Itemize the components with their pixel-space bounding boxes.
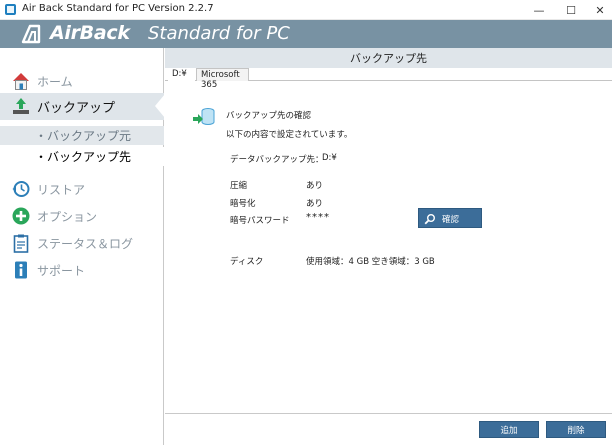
verify-password-button[interactable]: 確認 [418, 208, 482, 228]
minimize-button[interactable]: — [524, 0, 554, 20]
tab-drive-d[interactable]: D:¥ [168, 68, 195, 81]
plus-circle-icon [12, 207, 30, 225]
sidebar: ホーム バックアップ ・バックアップ元 ・バックアップ先 リストア オプション [0, 48, 165, 445]
disk-usage-value: 使用領域：4 GB 空き領域：3 GB [306, 257, 435, 267]
footer-bar: 追加 削除 [165, 413, 612, 445]
sidebar-item-support[interactable]: サポート [0, 257, 164, 283]
sidebar-item-options[interactable]: オプション [0, 203, 164, 229]
encryption-value: あり [306, 199, 324, 209]
compression-value: あり [306, 181, 324, 191]
disk-label: ディスク [230, 257, 264, 267]
sidebar-item-restore[interactable]: リストア [0, 176, 164, 202]
destination-label: データバックアップ先： [230, 155, 324, 165]
main-panel: バックアップ先 D:¥ Microsoft 365 バックアップ先の確認 以下の… [165, 48, 612, 445]
airback-logo-icon [21, 24, 41, 44]
upload-tray-icon [13, 98, 29, 114]
brand-name: AirBack [50, 22, 130, 44]
sidebar-subitem-backup-source[interactable]: ・バックアップ元 [0, 126, 164, 145]
sidebar-subitem-label: ・バックアップ元 [35, 129, 132, 143]
confirm-title: バックアップ先の確認 [226, 111, 312, 121]
add-button[interactable]: 追加 [479, 421, 539, 438]
magnifier-icon [424, 214, 435, 225]
home-icon [13, 73, 29, 90]
tab-microsoft-365[interactable]: Microsoft 365 [196, 68, 249, 90]
app-icon [5, 4, 16, 15]
sidebar-item-label: バックアップ [37, 101, 116, 116]
close-button[interactable]: ✕ [585, 0, 612, 20]
encryption-label: 暗号化 [230, 199, 256, 209]
confirm-description: 以下の内容で設定されています。 [226, 130, 353, 140]
sidebar-item-home[interactable]: ホーム [0, 68, 164, 94]
compression-label: 圧縮 [230, 181, 248, 191]
sidebar-item-label: サポート [37, 263, 86, 278]
sidebar-item-label: ホーム [37, 74, 73, 89]
title-bar: Air Back Standard for PC Version 2.2.7 —… [0, 0, 612, 20]
delete-button[interactable]: 削除 [546, 421, 606, 438]
clock-arrow-icon [12, 181, 30, 197]
sidebar-item-label: オプション [37, 209, 98, 224]
sidebar-subitem-label: ・バックアップ先 [35, 150, 132, 164]
password-value: **** [306, 212, 330, 223]
window-title: Air Back Standard for PC Version 2.2.7 [22, 3, 214, 14]
clipboard-icon [13, 234, 29, 253]
tab-bar: D:¥ Microsoft 365 [165, 68, 612, 90]
sidebar-item-status-log[interactable]: ステータス＆ログ [0, 230, 164, 256]
panel-title: バックアップ先 [165, 48, 612, 68]
sidebar-item-label: リストア [37, 182, 86, 197]
maximize-button[interactable]: ☐ [556, 0, 586, 20]
sidebar-item-backup[interactable]: バックアップ [0, 93, 165, 120]
backup-destination-icon [193, 108, 215, 125]
info-icon [15, 261, 27, 279]
selection-pointer [155, 94, 165, 118]
destination-value: D:¥ [322, 153, 337, 163]
brand-header: AirBack Standard for PC [0, 20, 612, 48]
sidebar-item-label: ステータス＆ログ [37, 236, 134, 251]
password-label: 暗号パスワード [230, 216, 290, 226]
sidebar-subitem-backup-destination[interactable]: ・バックアップ先 [0, 147, 164, 166]
brand-subtitle: Standard for PC [148, 23, 290, 44]
verify-button-label: 確認 [442, 215, 460, 225]
